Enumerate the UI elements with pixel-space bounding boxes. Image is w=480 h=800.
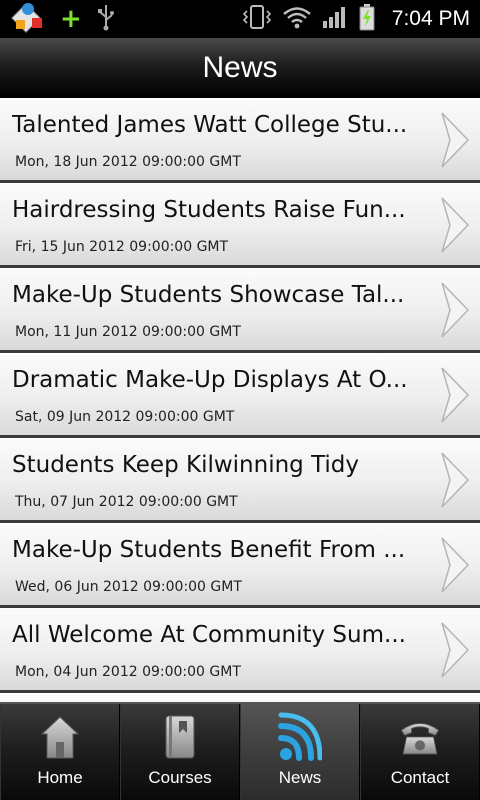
chevron-right-icon	[441, 622, 470, 678]
phone-icon	[398, 710, 442, 764]
news-item[interactable]: Talented James Watt College Stu... Mon, …	[0, 98, 480, 183]
status-bar: + 7:04 PM	[0, 0, 480, 38]
chevron-right-icon	[441, 367, 470, 423]
tab-contact[interactable]: Contact	[360, 704, 480, 800]
news-title: Make-Up Students Benefit From ...	[12, 537, 406, 563]
title-bar: News	[0, 38, 480, 98]
plus-icon: +	[60, 4, 82, 34]
news-item[interactable]: Dramatic Make-Up Displays At O... Sat, 0…	[0, 353, 480, 438]
news-item[interactable]: All Welcome At Community Sum... Mon, 04 …	[0, 608, 480, 693]
news-date: Wed, 06 Jun 2012 09:00:00 GMT	[15, 579, 242, 595]
tab-label: Contact	[390, 768, 450, 787]
chevron-right-icon	[441, 452, 470, 508]
chevron-right-icon	[441, 282, 470, 338]
news-date: Fri, 15 Jun 2012 09:00:00 GMT	[15, 239, 229, 255]
news-item[interactable]: Make-Up Students Benefit From ... Wed, 0…	[0, 523, 480, 608]
news-title: Talented James Watt College Stu...	[12, 112, 408, 138]
chevron-right-icon	[441, 197, 470, 253]
news-date: Mon, 18 Jun 2012 09:00:00 GMT	[15, 154, 241, 170]
chevron-right-icon	[441, 537, 470, 593]
tab-label: News	[278, 768, 322, 787]
tab-courses[interactable]: Courses	[120, 704, 240, 800]
news-title: Dramatic Make-Up Displays At O...	[12, 367, 408, 393]
status-time: 7:04 PM	[391, 7, 470, 30]
battery-charging-icon	[358, 3, 376, 35]
tab-label: Courses	[148, 768, 212, 787]
news-item[interactable]: Make-Up Students Showcase Tal... Mon, 11…	[0, 268, 480, 353]
news-item[interactable]: Hairdressing Students Raise Fun... Fri, …	[0, 183, 480, 268]
tab-home[interactable]: Home	[0, 704, 120, 800]
news-title: All Welcome At Community Sum...	[12, 622, 406, 648]
vibrate-icon	[242, 4, 272, 34]
news-date: Thu, 07 Jun 2012 09:00:00 GMT	[15, 494, 238, 510]
tab-label: Home	[37, 768, 83, 787]
signal-icon	[322, 5, 348, 33]
news-title: Make-Up Students Showcase Tal...	[12, 282, 405, 308]
wifi-icon	[282, 5, 312, 33]
news-item[interactable]: Students Keep Kilwinning Tidy Thu, 07 Ju…	[0, 438, 480, 523]
news-title: Students Keep Kilwinning Tidy	[12, 452, 360, 478]
news-item-partial[interactable]	[0, 693, 480, 702]
tab-bar: Home Courses News Contact	[0, 702, 480, 800]
rss-icon	[278, 710, 322, 764]
news-date: Sat, 09 Jun 2012 09:00:00 GMT	[15, 409, 235, 425]
home-icon	[38, 710, 82, 764]
usb-icon	[96, 3, 116, 35]
page-title: News	[202, 50, 278, 84]
news-date: Mon, 04 Jun 2012 09:00:00 GMT	[15, 664, 241, 680]
chevron-right-icon	[441, 112, 470, 168]
book-icon	[158, 710, 202, 764]
news-date: Mon, 11 Jun 2012 09:00:00 GMT	[15, 324, 241, 340]
news-title: Hairdressing Students Raise Fun...	[12, 197, 406, 223]
tab-news[interactable]: News	[240, 704, 360, 800]
news-list[interactable]: Talented James Watt College Stu... Mon, …	[0, 98, 480, 702]
app-logo-icon	[10, 0, 46, 38]
